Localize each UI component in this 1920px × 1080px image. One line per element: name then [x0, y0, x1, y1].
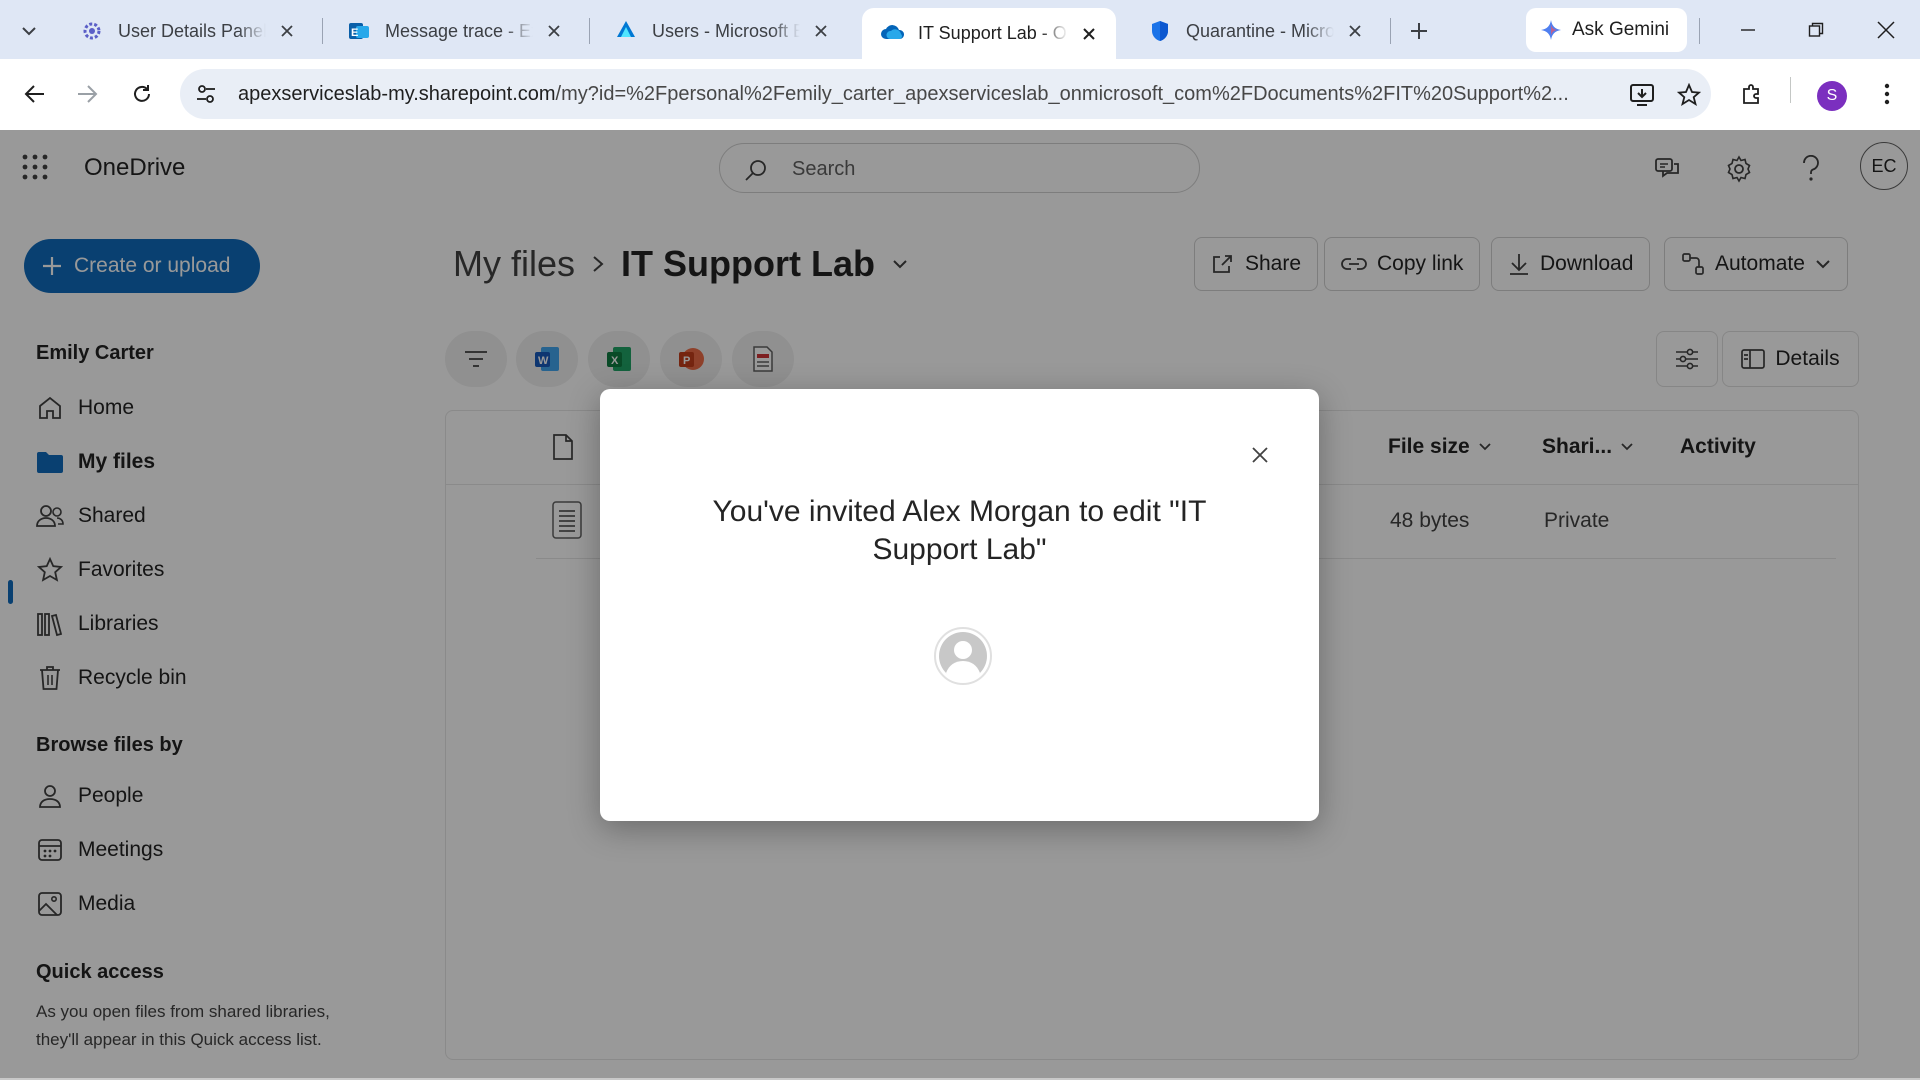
url-domain: apexserviceslab-my.sharepoint.com	[238, 83, 556, 105]
entra-icon	[614, 19, 638, 43]
ask-gemini-button[interactable]: Ask Gemini	[1526, 8, 1687, 52]
chevron-down-icon	[22, 27, 36, 36]
tab-separator	[1390, 18, 1391, 44]
arrow-left-icon	[24, 85, 44, 103]
tab-title: Quarantine - Micros	[1186, 20, 1334, 42]
tab-it-support-lab[interactable]: IT Support Lab - One	[862, 8, 1116, 59]
more-vertical-icon	[1884, 83, 1890, 105]
tab-quarantine[interactable]: Quarantine - Micros	[1130, 8, 1382, 54]
close-tab-icon[interactable]	[274, 18, 300, 44]
minimize-button[interactable]	[1722, 8, 1774, 52]
forward-button[interactable]	[66, 73, 108, 115]
minimize-icon	[1741, 29, 1755, 31]
onedrive-icon	[880, 22, 905, 46]
install-app-icon[interactable]	[1628, 81, 1656, 109]
close-tab-icon[interactable]	[808, 18, 834, 44]
puzzle-icon	[1743, 84, 1759, 104]
extensions-button[interactable]	[1731, 73, 1773, 115]
url-path: /my?id=%2Fpersonal%2Femily_carter_apexse…	[555, 83, 1569, 105]
toolbar-separator	[1790, 77, 1791, 103]
tab-user-details[interactable]: User Details Panel -	[62, 8, 314, 54]
arrow-right-icon	[78, 85, 98, 103]
svg-text:E: E	[351, 27, 358, 39]
tab-title: Message trace - Excl	[385, 20, 533, 42]
dialog-close-button[interactable]	[1240, 435, 1280, 475]
tab-users-entra[interactable]: Users - Microsoft En	[596, 8, 848, 54]
close-tab-icon[interactable]	[1076, 21, 1102, 47]
dialog-title: You've invited Alex Morgan to edit "IT S…	[712, 495, 1207, 566]
address-bar[interactable]: apexserviceslab-my.sharepoint.com/my?id=…	[180, 69, 1711, 119]
close-icon	[1877, 21, 1895, 39]
tab-title: User Details Panel -	[118, 20, 266, 42]
tab-separator	[1699, 18, 1700, 44]
tab-search-button[interactable]	[8, 10, 50, 52]
close-tab-icon[interactable]	[541, 18, 567, 44]
restore-button[interactable]	[1790, 8, 1842, 52]
gear-icon	[80, 19, 104, 43]
url-text: apexserviceslab-my.sharepoint.com/my?id=…	[238, 83, 1569, 106]
tab-separator	[589, 18, 590, 44]
back-button[interactable]	[14, 73, 56, 115]
gemini-sparkle-icon	[1541, 20, 1561, 40]
site-info-icon[interactable]	[194, 82, 218, 106]
bookmark-star-icon[interactable]	[1675, 81, 1703, 109]
invite-confirmation-dialog: You've invited Alex Morgan to edit "IT S…	[600, 389, 1319, 821]
invitee-avatar	[934, 627, 992, 685]
profile-initial: S	[1826, 87, 1838, 104]
tab-title: Users - Microsoft En	[652, 20, 800, 42]
person-placeholder-icon	[939, 632, 987, 681]
tab-separator	[322, 18, 323, 44]
new-tab-button[interactable]	[1399, 11, 1439, 51]
browser-menu-button[interactable]	[1866, 73, 1908, 115]
tab-message-trace[interactable]: E Message trace - Excl	[329, 8, 581, 54]
defender-shield-icon	[1148, 19, 1172, 43]
browser-toolbar: apexserviceslab-my.sharepoint.com/my?id=…	[0, 59, 1920, 130]
browser-profile-avatar[interactable]: S	[1817, 81, 1847, 111]
close-window-button[interactable]	[1860, 8, 1912, 52]
close-tab-icon[interactable]	[1342, 18, 1368, 44]
close-icon	[1252, 447, 1268, 463]
reload-icon	[134, 85, 150, 102]
plus-icon	[1411, 23, 1427, 39]
ask-gemini-label: Ask Gemini	[1572, 19, 1670, 40]
reload-button[interactable]	[121, 73, 163, 115]
browser-tabstrip: User Details Panel - E Message trace - E…	[0, 0, 1920, 59]
tab-title: IT Support Lab - One	[918, 23, 1068, 44]
exchange-icon: E	[347, 19, 371, 43]
restore-icon	[1808, 22, 1824, 37]
